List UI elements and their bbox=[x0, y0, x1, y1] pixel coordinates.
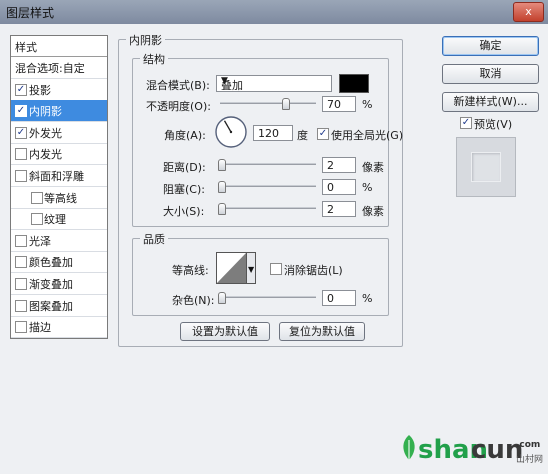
structure-title: 结构 bbox=[140, 51, 168, 67]
choke-unit: % bbox=[362, 181, 373, 194]
opacity-unit: % bbox=[362, 98, 373, 111]
size-input[interactable]: 2 bbox=[322, 201, 356, 217]
distance-label: 距离(D): bbox=[163, 161, 206, 174]
size-unit: 像素 bbox=[362, 205, 384, 218]
style-item[interactable]: 混合选项:自定 bbox=[11, 57, 107, 79]
angle-dial[interactable] bbox=[214, 115, 248, 149]
styles-list: 样式 混合选项:自定 ✓ 投影 ✓ 内阴影 ✓ 外发光 内发光 斜面和浮雕 等高线 纹理 光泽 颜色叠加… bbox=[10, 35, 108, 339]
leaf-logo-icon bbox=[403, 435, 415, 460]
cancel-button[interactable]: 取消 bbox=[442, 64, 539, 84]
size-slider-thumb[interactable] bbox=[218, 203, 226, 215]
preview-label: 预览(V) bbox=[474, 118, 513, 131]
noise-slider-track[interactable] bbox=[220, 296, 316, 298]
style-preview-swatch bbox=[471, 152, 501, 182]
distance-slider-track[interactable] bbox=[220, 163, 316, 165]
style-item-label: 斜面和浮雕 bbox=[29, 170, 84, 183]
choke-slider-track[interactable] bbox=[220, 185, 316, 187]
noise-unit: % bbox=[362, 292, 373, 305]
angle-label: 角度(A): bbox=[164, 129, 206, 142]
style-item-checkbox[interactable] bbox=[15, 256, 27, 269]
opacity-label: 不透明度(O): bbox=[146, 100, 211, 113]
ok-button[interactable]: 确定 bbox=[442, 36, 539, 56]
contour-picker[interactable]: ▼ bbox=[216, 252, 256, 284]
opacity-slider-thumb[interactable] bbox=[282, 98, 291, 110]
style-item[interactable]: 颜色叠加 bbox=[11, 251, 107, 274]
watermark-com: .com bbox=[516, 440, 541, 450]
inner-shadow-title: 内阴影 bbox=[126, 32, 165, 48]
watermark-cn: 山村网 bbox=[516, 455, 544, 465]
contour-arrow-icon: ▼ bbox=[248, 265, 255, 274]
noise-slider-thumb[interactable] bbox=[218, 292, 226, 304]
global-light-checkbox[interactable]: ✓ bbox=[317, 128, 329, 140]
angle-input[interactable]: 120 bbox=[253, 125, 293, 141]
chevron-down-icon: ▼ bbox=[221, 76, 228, 86]
style-item[interactable]: ✓ 外发光 bbox=[11, 122, 107, 144]
anti-alias-checkbox[interactable] bbox=[270, 263, 282, 275]
opacity-slider-track[interactable] bbox=[220, 102, 316, 104]
style-item-checkbox[interactable] bbox=[15, 170, 27, 182]
style-item[interactable]: 描边 bbox=[11, 316, 107, 339]
size-label: 大小(S): bbox=[163, 205, 205, 218]
quality-title: 品质 bbox=[140, 231, 168, 247]
style-item-checkbox[interactable] bbox=[15, 321, 27, 334]
noise-input[interactable]: 0 bbox=[322, 290, 356, 306]
style-item-checkbox[interactable] bbox=[15, 148, 27, 161]
blend-mode-label: 混合模式(B): bbox=[146, 79, 210, 92]
style-item-checkbox[interactable]: ✓ bbox=[15, 126, 27, 139]
window-title: 图层样式 bbox=[6, 6, 55, 20]
style-item[interactable]: ✓ 内阴影 bbox=[11, 100, 107, 123]
choke-input[interactable]: 0 bbox=[322, 179, 356, 195]
preview-checkbox[interactable]: ✓ bbox=[460, 117, 472, 129]
style-item-label: 混合选项:自定 bbox=[15, 62, 85, 75]
style-item[interactable]: 渐变叠加 bbox=[11, 273, 107, 295]
opacity-input[interactable]: 70 bbox=[322, 96, 356, 112]
style-item[interactable]: ✓ 投影 bbox=[11, 79, 107, 101]
style-item-label: 纹理 bbox=[44, 213, 66, 227]
styles-list-header: 样式 bbox=[11, 36, 107, 57]
choke-slider-thumb[interactable] bbox=[218, 181, 226, 193]
noise-label: 杂色(N): bbox=[172, 294, 215, 307]
style-item[interactable]: 内发光 bbox=[11, 143, 107, 166]
style-item-label: 投影 bbox=[29, 83, 51, 97]
style-item[interactable]: 斜面和浮雕 bbox=[11, 165, 107, 187]
style-item[interactable]: 图案叠加 bbox=[11, 295, 107, 317]
style-item-checkbox[interactable] bbox=[15, 234, 27, 247]
style-item-label: 渐变叠加 bbox=[29, 278, 73, 291]
style-item-checkbox[interactable] bbox=[15, 299, 27, 312]
distance-slider-thumb[interactable] bbox=[218, 159, 226, 171]
style-item-checkbox[interactable]: ✓ bbox=[15, 105, 27, 118]
title-bar[interactable] bbox=[0, 0, 548, 24]
contour-label: 等高线: bbox=[172, 264, 209, 277]
reset-default-button[interactable]: 复位为默认值 bbox=[279, 322, 365, 341]
style-preview-thumbnail bbox=[456, 137, 516, 197]
distance-unit: 像素 bbox=[362, 161, 384, 174]
close-button[interactable]: x bbox=[513, 2, 544, 22]
anti-alias-label: 消除锯齿(L) bbox=[284, 264, 343, 277]
distance-input[interactable]: 2 bbox=[322, 157, 356, 173]
style-item-label: 图案叠加 bbox=[29, 299, 73, 313]
shadow-color-swatch[interactable] bbox=[339, 74, 369, 93]
style-item-checkbox[interactable] bbox=[15, 278, 27, 290]
style-item-label: 内发光 bbox=[29, 148, 62, 162]
style-item[interactable]: 等高线 bbox=[11, 187, 107, 209]
angle-unit: 度 bbox=[297, 129, 308, 142]
style-item[interactable]: 光泽 bbox=[11, 230, 107, 252]
style-item-label: 描边 bbox=[29, 321, 51, 335]
style-item-checkbox[interactable] bbox=[31, 191, 43, 204]
style-item[interactable]: 纹理 bbox=[11, 208, 107, 231]
style-item-label: 内阴影 bbox=[29, 105, 62, 119]
make-default-button[interactable]: 设置为默认值 bbox=[180, 322, 270, 341]
styles-list-header-label: 样式 bbox=[15, 41, 37, 54]
style-item-label: 光泽 bbox=[29, 234, 51, 248]
style-item-label: 等高线 bbox=[44, 191, 77, 205]
global-light-label: 使用全局光(G) bbox=[331, 129, 404, 142]
style-item-label: 外发光 bbox=[29, 126, 62, 140]
style-item-checkbox[interactable]: ✓ bbox=[15, 83, 27, 96]
choke-label: 阻塞(C): bbox=[163, 183, 205, 196]
new-style-button[interactable]: 新建样式(W)... bbox=[442, 92, 539, 112]
style-item-label: 颜色叠加 bbox=[29, 256, 73, 270]
blend-mode-select[interactable]: 叠加 ▼ bbox=[216, 75, 332, 92]
style-item-checkbox[interactable] bbox=[31, 213, 43, 226]
size-slider-track[interactable] bbox=[220, 207, 316, 209]
